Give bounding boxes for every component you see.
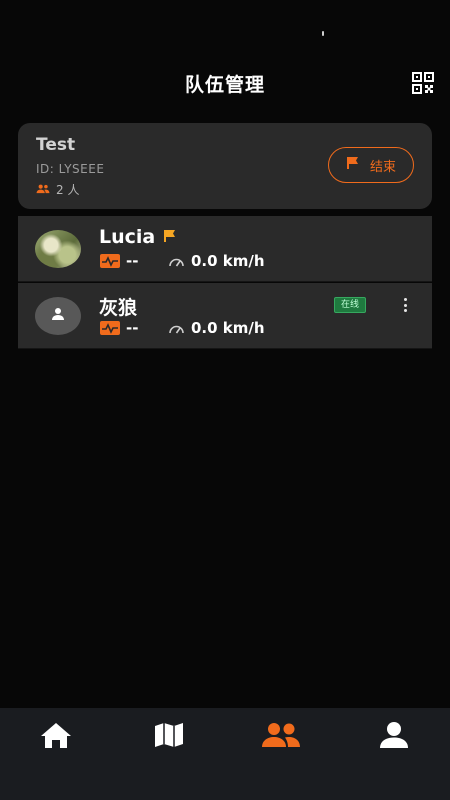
screen: 队伍管理 Test ID: LYSEEE 2 人 结束 Lucia -- 0.0… [0, 0, 450, 800]
avatar [35, 230, 81, 268]
member-name: Lucia [99, 226, 177, 248]
page-title: 队伍管理 [184, 74, 265, 96]
speed-value: 0.0 km/h [191, 252, 265, 270]
heart-rate-value: -- [126, 252, 139, 270]
group-icon [262, 722, 300, 752]
default-user-icon [50, 306, 66, 326]
header: 队伍管理 [0, 62, 450, 102]
home-icon [39, 721, 73, 753]
speedometer-icon [168, 254, 185, 268]
member-stats: -- 0.0 km/h [100, 252, 265, 270]
member-row[interactable]: 灰狼 在线 -- 0.0 km/h [18, 283, 432, 349]
speedometer-icon [168, 321, 185, 335]
member-list: Lucia -- 0.0 km/h 灰狼 在线 -- 0.0 km/h [18, 216, 432, 349]
tab-home[interactable] [36, 722, 76, 752]
status-bar-indicator [322, 31, 324, 36]
team-name: Test [36, 135, 76, 155]
person-icon [379, 721, 409, 753]
heart-rate-value: -- [126, 319, 139, 337]
group-icon [36, 183, 50, 197]
speed-value: 0.0 km/h [191, 319, 265, 337]
map-icon [153, 721, 185, 753]
team-id: ID: LYSEEE [36, 162, 105, 176]
team-member-count: 2 人 [36, 181, 79, 198]
flag-icon [346, 156, 360, 174]
qr-code-icon[interactable] [412, 72, 434, 94]
tab-profile[interactable] [374, 722, 414, 752]
member-stats: -- 0.0 km/h [100, 319, 265, 337]
leader-flag-icon [163, 226, 177, 248]
member-name: 灰狼 [99, 293, 137, 320]
more-options-icon[interactable] [398, 295, 412, 315]
end-button-label: 结束 [369, 159, 396, 175]
end-team-button[interactable]: 结束 [328, 147, 414, 183]
heart-rate-icon [100, 254, 120, 268]
online-status-badge: 在线 [333, 297, 366, 313]
team-card: Test ID: LYSEEE 2 人 结束 [18, 123, 432, 209]
member-name-text: Lucia [99, 226, 156, 248]
heart-rate-icon [100, 321, 120, 335]
team-count-label: 2 人 [56, 183, 80, 197]
member-row[interactable]: Lucia -- 0.0 km/h [18, 216, 432, 282]
member-name-text: 灰狼 [99, 297, 138, 319]
tab-team[interactable] [261, 722, 301, 752]
tab-map[interactable] [149, 722, 189, 752]
bottom-tab-bar [0, 708, 450, 800]
avatar [35, 297, 81, 335]
